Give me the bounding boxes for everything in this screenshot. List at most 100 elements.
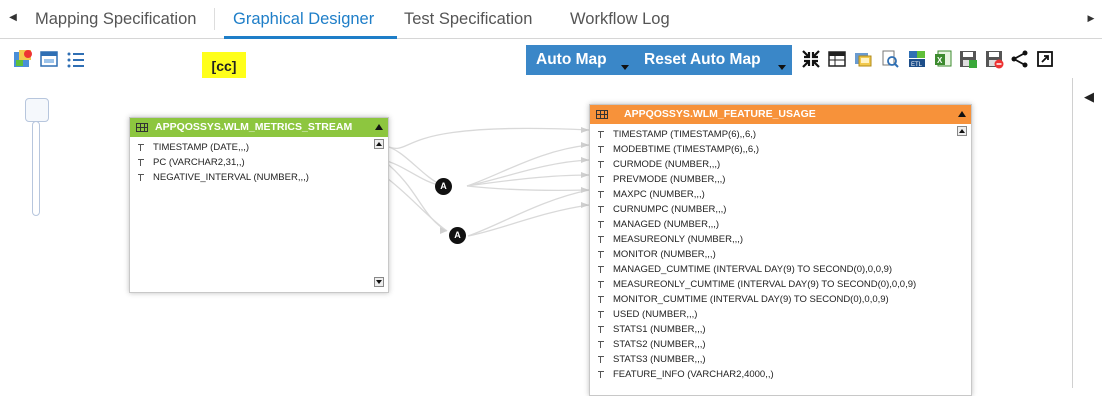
expand-icon[interactable] (1035, 49, 1055, 69)
connection-arrowhead (581, 172, 589, 178)
table-grid-icon (136, 123, 148, 132)
zoom-slider-handle[interactable] (25, 98, 49, 122)
column-name: MEASUREONLY (NUMBER,,,) (613, 234, 744, 245)
connection-line (467, 189, 590, 237)
tab-mapping-specification[interactable]: Mapping Specification (35, 10, 196, 29)
column-name: FEATURE_INFO (VARCHAR2,4000,,) (613, 369, 774, 380)
svg-text:X: X (937, 56, 943, 65)
collapse-panel-icon[interactable]: ◀ (1084, 89, 1094, 105)
source-table[interactable]: APPQOSSYS.WLM_METRICS_STREAM TIMESTAMP (… (129, 117, 389, 293)
cc-tag: [cc] (202, 52, 246, 78)
column-key-icon (598, 131, 604, 138)
connection-arrowhead (581, 157, 589, 163)
column-key-icon (598, 281, 604, 288)
column-key-icon (598, 326, 604, 333)
column-key-icon (598, 371, 604, 378)
color-palette-icon[interactable] (13, 49, 33, 69)
column-name: CURNUMPC (NUMBER,,,) (613, 204, 727, 215)
column-name: TIMESTAMP (TIMESTAMP(6),,6,) (613, 129, 757, 140)
source-table-header[interactable]: APPQOSSYS.WLM_METRICS_STREAM (130, 118, 388, 137)
connection-arrowhead (581, 142, 589, 148)
connection-line (382, 159, 448, 232)
collapse-arrows-icon[interactable] (801, 49, 821, 69)
column-name: STATS2 (NUMBER,,,) (613, 339, 706, 350)
mapping-node[interactable]: A (435, 178, 452, 195)
export-image-icon[interactable] (853, 49, 873, 69)
column-key-icon (138, 174, 144, 181)
target-table[interactable]: APPQOSSYS.WLM_FEATURE_USAGE TIMESTAMP (T… (589, 104, 972, 396)
column-name: PREVMODE (NUMBER,,,) (613, 174, 726, 185)
column-key-icon (598, 191, 604, 198)
scroll-down-button[interactable] (374, 277, 384, 287)
column-name: STATS3 (NUMBER,,,) (613, 354, 706, 365)
connection-line (382, 144, 444, 187)
window-icon[interactable] (39, 49, 59, 69)
scroll-up-button[interactable] (374, 139, 384, 149)
reset-auto-map-caret-icon[interactable] (778, 65, 786, 70)
tab-graphical-designer[interactable]: Graphical Designer (233, 10, 374, 29)
connection-arrowhead (581, 127, 589, 133)
table-view-icon[interactable] (827, 49, 847, 69)
connection-arrowhead (581, 187, 589, 193)
source-table-title: APPQOSSYS.WLM_METRICS_STREAM (155, 121, 353, 133)
connection-line (382, 159, 444, 187)
column-name: MONITOR (NUMBER,,,) (613, 249, 716, 260)
collapse-table-icon[interactable] (958, 111, 966, 117)
column-key-icon (598, 251, 604, 258)
column-key-icon (598, 236, 604, 243)
connection-line (466, 159, 590, 187)
column-key-icon (598, 176, 604, 183)
column-key-icon (598, 146, 604, 153)
tab-workflow-log[interactable]: Workflow Log (570, 10, 670, 29)
connection-line (466, 144, 590, 187)
panel-divider (1072, 78, 1073, 388)
tab-divider (214, 8, 215, 30)
reset-auto-map-label: Reset Auto Map (644, 51, 761, 68)
column-name: CURMODE (NUMBER,,,) (613, 159, 721, 170)
etl-icon[interactable]: ETL (907, 49, 927, 69)
column-key-icon (598, 296, 604, 303)
save-delete-icon[interactable] (984, 49, 1004, 69)
connection-line (466, 174, 590, 187)
column-name: MODEBTIME (TIMESTAMP(6),,6,) (613, 144, 760, 155)
zoom-slider-track[interactable] (32, 121, 40, 216)
save-icon[interactable] (958, 49, 978, 69)
auto-map-button[interactable]: Auto Map (526, 45, 632, 75)
column-name: MAXPC (NUMBER,,,) (613, 189, 705, 200)
auto-map-caret-icon[interactable] (621, 65, 629, 70)
reset-auto-map-button[interactable]: Reset Auto Map (632, 45, 792, 75)
column-name: MONITOR_CUMTIME (INTERVAL DAY(9) TO SECO… (613, 294, 889, 305)
column-name: USED (NUMBER,,,) (613, 309, 698, 320)
tab-scroll-left-icon[interactable]: ◀ (8, 10, 18, 26)
column-key-icon (138, 144, 144, 151)
collapse-table-icon[interactable] (375, 124, 383, 130)
excel-export-icon[interactable]: X (933, 49, 953, 69)
column-key-icon (598, 221, 604, 228)
target-table-title: APPQOSSYS.WLM_FEATURE_USAGE (624, 108, 816, 120)
connection-arrowhead (581, 202, 589, 208)
target-table-header[interactable]: APPQOSSYS.WLM_FEATURE_USAGE (590, 105, 971, 124)
list-icon[interactable] (66, 50, 86, 70)
svg-text:ETL: ETL (911, 62, 923, 68)
column-key-icon (598, 206, 604, 213)
tab-scroll-right-icon[interactable]: ▶ (1086, 10, 1096, 26)
tab-test-specification[interactable]: Test Specification (404, 10, 532, 29)
tab-bar: ◀ Mapping Specification Graphical Design… (0, 0, 1102, 39)
column-name: MANAGED_CUMTIME (INTERVAL DAY(9) TO SECO… (613, 264, 893, 275)
connection-line (466, 185, 590, 192)
connection-arrowhead (440, 227, 447, 234)
share-icon[interactable] (1010, 49, 1030, 69)
active-tab-indicator (224, 36, 397, 39)
scroll-up-button[interactable] (957, 126, 967, 136)
column-name: STATS1 (NUMBER,,,) (613, 324, 706, 335)
mapping-node[interactable]: A (449, 227, 466, 244)
column-name: MEASUREONLY_CUMTIME (INTERVAL DAY(9) TO … (613, 279, 917, 290)
column-key-icon (138, 159, 144, 166)
column-name: PC (VARCHAR2,31,,) (153, 157, 245, 168)
connection-line (467, 204, 590, 237)
connection-line (382, 127, 590, 150)
column-name: NEGATIVE_INTERVAL (NUMBER,,,) (153, 172, 309, 183)
column-name: TIMESTAMP (DATE,,,) (153, 142, 250, 153)
table-grid-icon (596, 110, 608, 119)
search-document-icon[interactable] (880, 49, 900, 69)
